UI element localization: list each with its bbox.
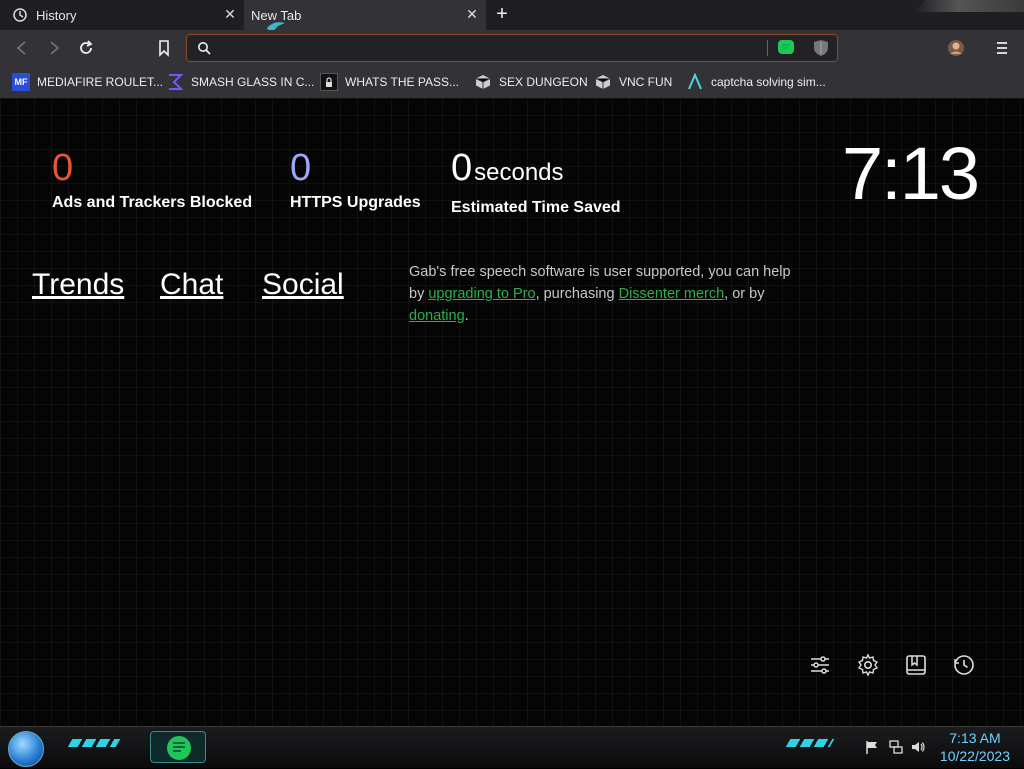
customize-icon[interactable]	[808, 653, 832, 677]
volume-icon[interactable]	[910, 739, 926, 760]
history-icon[interactable]	[952, 653, 976, 677]
taskbar-date: 10/22/2023	[939, 748, 1010, 764]
time-saved-stat: 0seconds Estimated Time Saved	[451, 148, 621, 217]
search-icon	[197, 41, 211, 60]
bookmark-item[interactable]: SMASH GLASS IN C...	[166, 71, 314, 93]
system-tray: 7:13 AM 10/22/2023	[834, 727, 1024, 769]
taskbar-app-gab[interactable]	[150, 731, 206, 763]
bookmark-label: WHATS THE PASS...	[345, 75, 460, 89]
merch-link[interactable]: Dissenter merch	[619, 286, 725, 302]
time-saved-count: 0	[451, 147, 473, 189]
support-text: , purchasing	[535, 286, 619, 302]
tab-new-tab[interactable]: New Tab ✕	[244, 0, 486, 33]
bookmark-label: MEDIAFIRE ROULET...	[37, 75, 164, 89]
https-upgrades-label: HTTPS Upgrades	[290, 194, 421, 211]
forward-button[interactable]	[44, 38, 64, 58]
bookmark-item[interactable]: WHATS THE PASS...	[320, 71, 459, 93]
gab-chat-icon[interactable]	[777, 39, 795, 62]
bookmark-item[interactable]: VNC FUN	[594, 71, 672, 93]
social-link[interactable]: Social	[262, 268, 344, 302]
browser-chrome: History ✕ New Tab ✕ + MF MEDIAFIRE ROULE…	[0, 0, 1024, 98]
window-decoration	[914, 0, 1024, 12]
chat-link[interactable]: Chat	[160, 268, 223, 302]
bookmark-label: SMASH GLASS IN C...	[191, 75, 315, 89]
avatar[interactable]	[946, 38, 966, 58]
https-upgrades-stat: 0 HTTPS Upgrades	[290, 148, 421, 212]
time-saved-label: Estimated Time Saved	[451, 199, 621, 216]
gear-icon[interactable]	[856, 653, 880, 677]
menu-icon[interactable]	[992, 38, 1012, 58]
new-tab-button[interactable]: +	[492, 4, 512, 25]
mediafire-icon: MF	[12, 73, 30, 91]
bookmark-favicon-icon	[320, 73, 338, 91]
network-icon[interactable]	[888, 739, 904, 760]
support-note: Gab's free speech software is user suppo…	[409, 261, 809, 327]
donate-link[interactable]: donating	[409, 308, 465, 324]
tab-label: History	[36, 8, 77, 23]
bookmarks-icon[interactable]	[904, 653, 928, 677]
bookmark-label: SEX DUNGEON	[499, 75, 588, 89]
divider	[767, 40, 768, 56]
time-saved-unit: seconds	[474, 159, 564, 186]
tab-history[interactable]: History ✕	[0, 0, 244, 30]
ads-blocked-count: 0	[52, 147, 74, 189]
bookmarks-bar: MF MEDIAFIRE ROULET... SMASH GLASS IN C.…	[0, 66, 1024, 98]
start-button[interactable]	[8, 731, 44, 767]
taskbar-decoration	[67, 739, 121, 747]
cube-icon	[474, 73, 492, 91]
taskbar-decoration	[785, 739, 835, 747]
taskbar-time: 7:13 AM	[949, 730, 1001, 746]
sigma-icon	[166, 73, 184, 91]
bookmark-label: VNC FUN	[619, 75, 673, 89]
trends-link[interactable]: Trends	[32, 268, 124, 302]
bookmark-item[interactable]: captcha solving sim...	[686, 71, 826, 93]
shield-icon[interactable]	[813, 39, 829, 62]
close-icon[interactable]: ✕	[464, 6, 480, 22]
upgrade-pro-link[interactable]: upgrading to Pro	[428, 286, 535, 302]
new-tab-page: 0 Ads and Trackers Blocked 0 HTTPS Upgra…	[0, 98, 1024, 726]
back-button[interactable]	[12, 38, 32, 58]
close-icon[interactable]: ✕	[222, 6, 238, 22]
taskbar: 7:13 AM 10/22/2023	[0, 726, 1024, 768]
url-input[interactable]	[217, 39, 777, 59]
history-icon	[12, 7, 28, 23]
https-upgrades-count: 0	[290, 147, 312, 189]
clock: 7:13	[842, 132, 980, 215]
gab-chat-icon	[165, 735, 193, 766]
ads-blocked-stat: 0 Ads and Trackers Blocked	[52, 148, 252, 212]
bookmark-page-button[interactable]	[154, 38, 174, 58]
bookmark-label: captcha solving sim...	[711, 75, 826, 89]
ads-blocked-label: Ads and Trackers Blocked	[52, 194, 253, 211]
taskbar-clock[interactable]: 7:13 AM 10/22/2023	[940, 729, 1010, 765]
bookmark-item[interactable]: MF MEDIAFIRE ROULET...	[12, 71, 163, 93]
support-text: , or by	[724, 286, 765, 302]
flag-icon[interactable]	[864, 739, 880, 760]
tab-strip: History ✕ New Tab ✕ +	[0, 0, 1024, 33]
support-text: .	[464, 308, 469, 324]
cube-icon	[594, 73, 612, 91]
reload-button[interactable]	[76, 38, 96, 58]
bookmark-item[interactable]: SEX DUNGEON	[474, 71, 588, 93]
lambda-icon	[686, 72, 704, 91]
address-bar[interactable]	[186, 34, 838, 62]
